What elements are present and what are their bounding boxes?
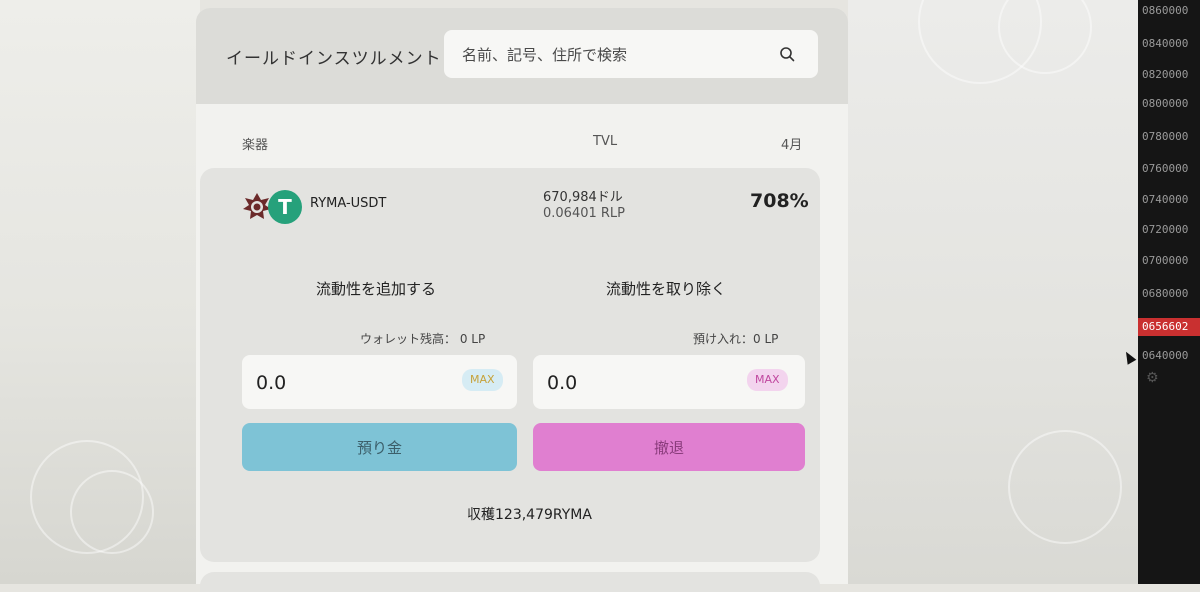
- pool-card: T RYMA-USDT 670,984ドル 0.06401 RLP 708% 流…: [200, 168, 820, 562]
- search-input[interactable]: [460, 42, 764, 68]
- withdraw-button[interactable]: 撤退: [533, 423, 805, 471]
- column-header-apr: 4月: [781, 138, 803, 153]
- pool-card-next: [200, 572, 820, 592]
- current-price-label: 0656602: [1138, 318, 1200, 336]
- price-tick: 0820000: [1142, 68, 1189, 81]
- withdraw-amount-box: MAX: [533, 355, 805, 409]
- price-tick: 0640000: [1142, 349, 1189, 362]
- price-tick: 0700000: [1142, 254, 1189, 267]
- withdraw-max-button[interactable]: MAX: [747, 369, 788, 391]
- apr-value: 708%: [750, 190, 809, 212]
- price-tick: 0740000: [1142, 193, 1189, 206]
- withdraw-amount-input[interactable]: [545, 369, 699, 397]
- price-tick: 0800000: [1142, 97, 1189, 110]
- tvl-lp: 0.06401 RLP: [543, 206, 626, 221]
- price-tick: 0760000: [1142, 162, 1189, 175]
- pair-name: RYMA-USDT: [310, 196, 387, 211]
- deposit-amount-input[interactable]: [254, 369, 408, 397]
- wallet-balance-label: ウォレット残高： 0 LP: [360, 332, 486, 346]
- tvl-usd: 670,984ドル: [543, 190, 623, 205]
- search-box[interactable]: [444, 30, 818, 78]
- deposit-max-button[interactable]: MAX: [462, 369, 503, 391]
- price-tick: 0680000: [1142, 287, 1189, 300]
- price-tick: 0860000: [1142, 4, 1189, 17]
- deposit-amount-box: MAX: [242, 355, 517, 409]
- background-left: [0, 0, 200, 584]
- wave-pattern: [1008, 430, 1122, 544]
- page-title: イールドインスツルメント: [226, 49, 442, 69]
- price-tick: 0780000: [1142, 130, 1189, 143]
- remove-liquidity-title: 流動性を取り除く: [606, 280, 727, 298]
- gear-icon[interactable]: ⚙: [1146, 370, 1159, 386]
- usdt-token-icon: T: [268, 190, 302, 224]
- panel-header: イールドインスツルメント: [196, 8, 848, 104]
- price-tick: 0720000: [1142, 223, 1189, 236]
- wave-pattern: [70, 470, 154, 554]
- column-header-tvl: TVL: [593, 134, 618, 149]
- add-liquidity-title: 流動性を追加する: [316, 280, 437, 298]
- column-header-instrument: 楽器: [242, 138, 269, 153]
- price-scale: 0860000 0840000 0820000 0800000 0780000 …: [1138, 0, 1200, 584]
- harvest-label: 収穫123,479RYMA: [467, 507, 592, 523]
- yield-panel: イールドインスツルメント 楽器 TVL 4月 T RYMA-USDT 670,9…: [196, 8, 848, 592]
- price-tick: 0840000: [1142, 37, 1189, 50]
- deposited-balance-label: 預け入れ：0 LP: [693, 332, 779, 346]
- background-right: [848, 0, 1138, 584]
- deposit-button[interactable]: 預り金: [242, 423, 517, 471]
- search-icon[interactable]: [779, 46, 795, 62]
